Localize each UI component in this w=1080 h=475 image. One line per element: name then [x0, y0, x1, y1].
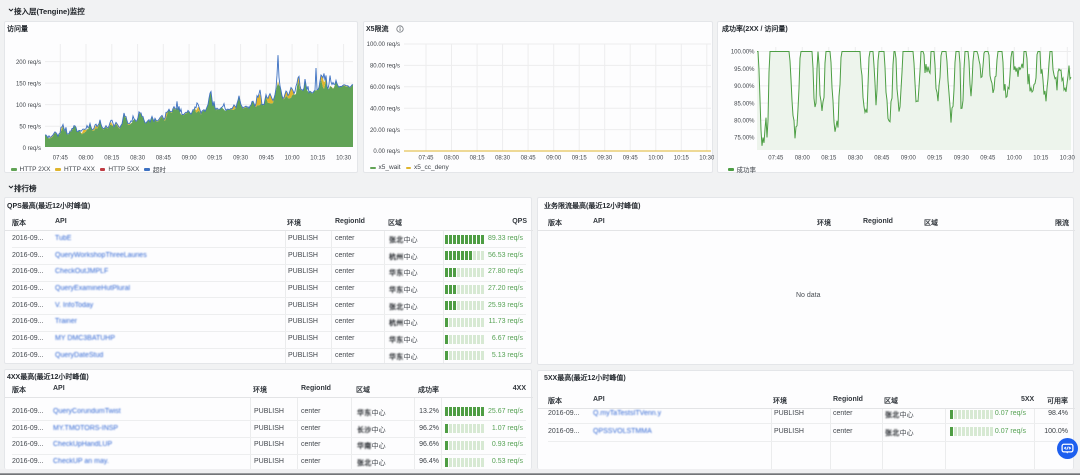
svg-text:09:30: 09:30 — [597, 156, 613, 162]
svg-text:85.00%: 85.00% — [734, 101, 755, 107]
svg-text:09:45: 09:45 — [980, 156, 996, 162]
svg-text:200 req/s: 200 req/s — [16, 60, 41, 66]
svg-text:20.00 req/s: 20.00 req/s — [370, 128, 400, 134]
svg-text:08:15: 08:15 — [470, 156, 486, 162]
svg-text:08:00: 08:00 — [78, 156, 94, 162]
svg-text:07:45: 07:45 — [768, 156, 784, 162]
svg-text:10:15: 10:15 — [674, 156, 690, 162]
svg-text:09:30: 09:30 — [233, 156, 249, 162]
svg-text:09:00: 09:00 — [901, 156, 917, 162]
svg-text:10:00: 10:00 — [1007, 156, 1023, 162]
svg-text:09:30: 09:30 — [954, 156, 970, 162]
svg-text:10:30: 10:30 — [336, 156, 352, 162]
svg-text:07:45: 07:45 — [418, 156, 434, 162]
svg-text:08:00: 08:00 — [444, 156, 460, 162]
svg-text:08:30: 08:30 — [848, 156, 864, 162]
svg-text:80.00%: 80.00% — [734, 119, 755, 125]
svg-text:10:00: 10:00 — [648, 156, 664, 162]
svg-text:08:30: 08:30 — [495, 156, 511, 162]
svg-text:07:45: 07:45 — [53, 156, 69, 162]
svg-text:100 req/s: 100 req/s — [16, 103, 41, 109]
svg-text:100.00%: 100.00% — [731, 50, 755, 56]
svg-text:08:45: 08:45 — [521, 156, 537, 162]
svg-text:10:30: 10:30 — [1060, 156, 1075, 162]
svg-text:75.00%: 75.00% — [734, 136, 755, 142]
svg-text:50 req/s: 50 req/s — [19, 124, 41, 130]
svg-text:08:45: 08:45 — [874, 156, 890, 162]
svg-text:09:15: 09:15 — [927, 156, 943, 162]
svg-text:08:15: 08:15 — [104, 156, 120, 162]
svg-text:100.00 req/s: 100.00 req/s — [367, 42, 400, 48]
svg-text:10:15: 10:15 — [310, 156, 326, 162]
svg-text:40.00 req/s: 40.00 req/s — [370, 106, 400, 112]
svg-text:60.00 req/s: 60.00 req/s — [370, 85, 400, 91]
svg-text:0.00 req/s: 0.00 req/s — [373, 149, 400, 155]
svg-text:10:15: 10:15 — [1033, 156, 1049, 162]
svg-text:09:45: 09:45 — [259, 156, 275, 162]
svg-text:10:30: 10:30 — [699, 156, 714, 162]
svg-text:95.00%: 95.00% — [734, 67, 755, 73]
svg-text:09:45: 09:45 — [623, 156, 639, 162]
svg-text:09:15: 09:15 — [572, 156, 588, 162]
svg-text:08:15: 08:15 — [821, 156, 837, 162]
svg-text:08:30: 08:30 — [130, 156, 146, 162]
svg-text:09:15: 09:15 — [207, 156, 223, 162]
svg-text:08:00: 08:00 — [795, 156, 811, 162]
svg-text:150 req/s: 150 req/s — [16, 81, 41, 87]
svg-text:80.00 req/s: 80.00 req/s — [370, 64, 400, 70]
svg-text:10:00: 10:00 — [285, 156, 301, 162]
svg-text:09:00: 09:00 — [546, 156, 562, 162]
svg-text:90.00%: 90.00% — [734, 84, 755, 90]
svg-text:08:45: 08:45 — [156, 156, 172, 162]
svg-text:09:00: 09:00 — [182, 156, 198, 162]
svg-text:0 req/s: 0 req/s — [23, 146, 41, 152]
